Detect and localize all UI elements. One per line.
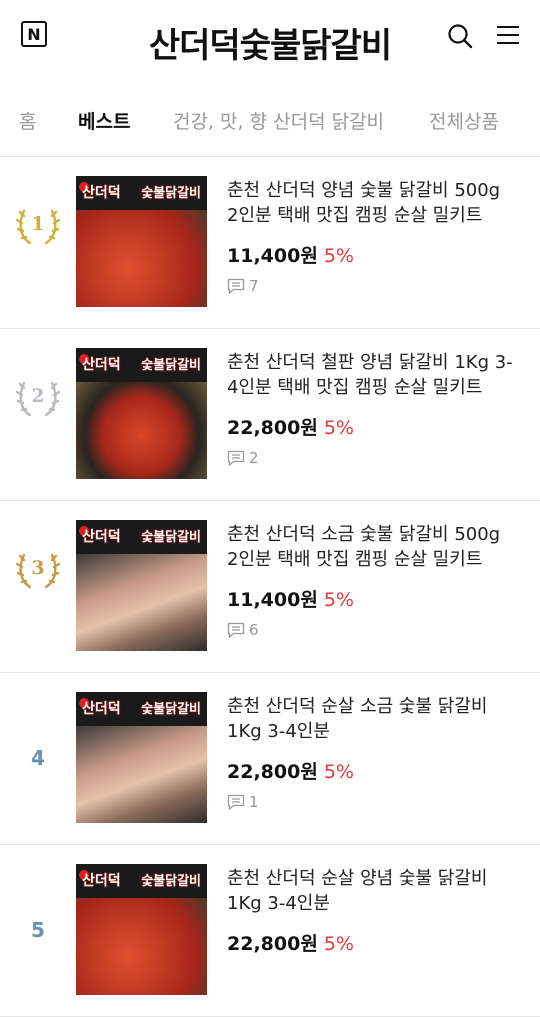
tab-best[interactable]: 베스트	[78, 107, 130, 134]
price-row: 22,800원 5%	[227, 929, 354, 956]
product-price: 22,800원	[227, 417, 318, 439]
product-thumbnail[interactable]: 산더덕 숯불닭갈비	[76, 176, 207, 307]
review-count-value: 7	[249, 277, 259, 295]
product-name[interactable]: 춘천 산더덕 순살 양념 숯불 닭갈비 1Kg 3-4인분	[227, 866, 526, 916]
price-row: 22,800원 5%	[227, 757, 354, 784]
review-count-value: 1	[249, 793, 259, 811]
product-thumbnail[interactable]: 산더덕 숯불닭갈비	[76, 520, 207, 651]
thumb-brand-text: 산더덕	[82, 873, 121, 889]
rank-number: 5	[31, 918, 45, 942]
tab-all-products[interactable]: 전체상품	[429, 107, 499, 134]
comment-icon	[227, 450, 245, 466]
product-thumbnail[interactable]: 산더덕 숯불닭갈비	[76, 348, 207, 479]
thumb-brand-text: 산더덕	[82, 185, 121, 201]
category-tabs: 홈 베스트 건강, 맛, 향 산더덕 닭갈비 전체상품	[0, 84, 540, 157]
rank-number: 2	[31, 385, 45, 407]
thumb-brand-text: 산더덕	[82, 529, 121, 545]
review-count-value: 2	[249, 449, 259, 467]
tab-home[interactable]: 홈	[19, 107, 36, 134]
discount-rate: 5%	[323, 933, 354, 955]
discount-rate: 5%	[323, 589, 354, 611]
product-name[interactable]: 춘천 산더덕 양념 숯불 닭갈비 500g 2인분 택배 맛집 캠핑 순살 밀키…	[227, 178, 526, 228]
silver-laurel-icon: 2	[14, 373, 62, 421]
comment-icon	[227, 278, 245, 294]
review-count: 7	[227, 277, 259, 295]
review-count: 2	[227, 449, 259, 467]
list-item[interactable]: 5 산더덕 숯불닭갈비 춘천 산더덕 순살 양념 숯불 닭갈비 1Kg 3-4인…	[0, 845, 540, 1017]
product-price: 22,800원	[227, 933, 318, 955]
tab-sandeodeok-dakgalbi[interactable]: 건강, 맛, 향 산더덕 닭갈비	[173, 107, 384, 134]
comment-icon	[227, 622, 245, 638]
price-row: 22,800원 5%	[227, 413, 354, 440]
product-thumbnail[interactable]: 산더덕 숯불닭갈비	[76, 864, 207, 995]
product-price: 11,400원	[227, 245, 318, 267]
thumb-brand2-text: 숯불닭갈비	[141, 702, 201, 717]
review-count: 1	[227, 793, 259, 811]
search-icon[interactable]	[447, 23, 473, 49]
product-name[interactable]: 춘천 산더덕 소금 숯불 닭갈비 500g 2인분 택배 맛집 캠핑 순살 밀키…	[227, 522, 526, 572]
list-item[interactable]: 2 산더덕 숯불닭갈비 춘천 산더덕 철판 양념 닭갈비 1Kg 3-4인분 택…	[0, 329, 540, 501]
product-name[interactable]: 춘천 산더덕 순살 소금 숯불 닭갈비 1Kg 3-4인분	[227, 694, 526, 744]
list-item[interactable]: 1 산더덕 숯불닭갈비 춘천 산더덕 양념 숯불 닭갈비 500g 2인분 택배…	[0, 157, 540, 329]
product-price: 11,400원	[227, 589, 318, 611]
thumb-brand2-text: 숯불닭갈비	[141, 530, 201, 545]
menu-icon[interactable]	[496, 24, 520, 46]
product-price: 22,800원	[227, 761, 318, 783]
thumb-brand-text: 산더덕	[82, 701, 121, 717]
price-row: 11,400원 5%	[227, 241, 354, 268]
gold-laurel-icon: 1	[14, 201, 62, 249]
rank-number: 4	[31, 746, 45, 770]
rank-number: 3	[31, 557, 45, 579]
review-count: 6	[227, 621, 259, 639]
top-header: N 산더덕숯불닭갈비	[0, 0, 540, 84]
thumb-brand2-text: 숯불닭갈비	[141, 874, 201, 889]
discount-rate: 5%	[323, 417, 354, 439]
review-count-value: 6	[249, 621, 259, 639]
price-row: 11,400원 5%	[227, 585, 354, 612]
thumb-brand2-text: 숯불닭갈비	[141, 186, 201, 201]
thumb-brand2-text: 숯불닭갈비	[141, 358, 201, 373]
thumb-brand-text: 산더덕	[82, 357, 121, 373]
discount-rate: 5%	[323, 245, 354, 267]
best-product-list: 1 산더덕 숯불닭갈비 춘천 산더덕 양념 숯불 닭갈비 500g 2인분 택배…	[0, 157, 540, 1017]
list-item[interactable]: 4 산더덕 숯불닭갈비 춘천 산더덕 순살 소금 숯불 닭갈비 1Kg 3-4인…	[0, 673, 540, 845]
discount-rate: 5%	[323, 761, 354, 783]
bronze-laurel-icon: 3	[14, 545, 62, 593]
list-item[interactable]: 3 산더덕 숯불닭갈비 춘천 산더덕 소금 숯불 닭갈비 500g 2인분 택배…	[0, 501, 540, 673]
product-name[interactable]: 춘천 산더덕 철판 양념 닭갈비 1Kg 3-4인분 택배 맛집 캠핑 순살 밀…	[227, 350, 526, 400]
product-thumbnail[interactable]: 산더덕 숯불닭갈비	[76, 692, 207, 823]
comment-icon	[227, 794, 245, 810]
rank-number: 1	[31, 213, 45, 235]
